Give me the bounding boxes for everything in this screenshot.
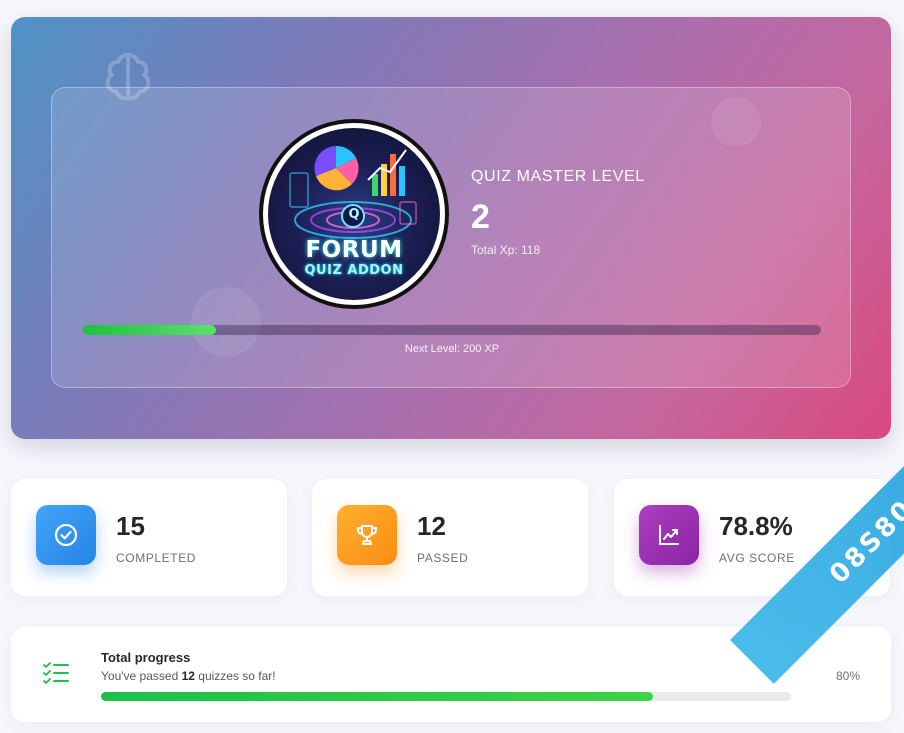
stat-label: COMPLETED bbox=[116, 551, 197, 565]
logo-subtitle: QUIZ ADDON bbox=[304, 263, 404, 278]
total-progress-title: Total progress bbox=[101, 650, 191, 665]
xp-progress-fill bbox=[83, 325, 216, 335]
stat-label: AVG SCORE bbox=[719, 551, 795, 565]
logo-center-letter: Q bbox=[348, 207, 360, 222]
level-title: QUIZ MASTER LEVEL bbox=[471, 168, 645, 185]
list-check-icon bbox=[43, 662, 69, 684]
total-progress-fill bbox=[101, 692, 653, 701]
forum-quiz-addon-logo: Q FORUM QUIZ ADDON bbox=[259, 119, 449, 309]
passed-count: 12 bbox=[181, 669, 195, 683]
trophy-icon bbox=[337, 505, 397, 565]
chart-line-icon bbox=[639, 505, 699, 565]
stat-label: PASSED bbox=[417, 551, 469, 565]
level-panel: Q FORUM QUIZ ADDON QUIZ MASTER LEVEL 2 T… bbox=[51, 87, 851, 388]
stat-value: 12 bbox=[417, 511, 446, 541]
total-progress-bar bbox=[101, 692, 791, 701]
logo-title: FORUM bbox=[305, 237, 403, 263]
xp-progress-bar bbox=[83, 325, 821, 335]
total-progress-percent: 80% bbox=[836, 669, 861, 683]
next-level-text: Next Level: 200 XP bbox=[404, 343, 500, 355]
level-hero: Q FORUM QUIZ ADDON QUIZ MASTER LEVEL 2 T… bbox=[11, 17, 891, 439]
stat-card-passed: 12 PASSED bbox=[312, 479, 588, 596]
stat-value: 15 bbox=[116, 511, 145, 541]
stat-value: 78.8% bbox=[719, 511, 793, 541]
stat-card-completed: 15 COMPLETED bbox=[11, 479, 287, 596]
level-number: 2 bbox=[471, 198, 490, 236]
total-progress-subtitle: You've passed 12 quizzes so far! bbox=[101, 669, 276, 683]
total-xp: Total Xp: 118 bbox=[471, 243, 541, 257]
check-circle-icon bbox=[36, 505, 96, 565]
